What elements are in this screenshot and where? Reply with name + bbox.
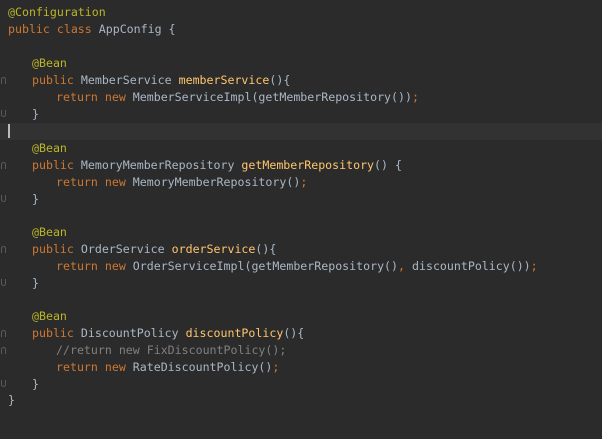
code-line[interactable]: } xyxy=(0,392,602,409)
expression-token: RateDiscountPolicy() xyxy=(132,360,273,374)
punct-token: (){ xyxy=(283,326,305,340)
code-line[interactable]: @Bean xyxy=(0,308,602,325)
brace-token: } xyxy=(32,192,39,206)
type-token: MemoryMemberRepository xyxy=(80,158,242,172)
code-line[interactable]: @Bean xyxy=(0,140,602,157)
fold-icon[interactable] xyxy=(1,77,6,84)
semicolon-token: ; xyxy=(272,360,280,374)
code-line[interactable] xyxy=(0,38,602,55)
brace-token: } xyxy=(32,276,39,290)
keyword-token: public xyxy=(32,73,81,87)
comment-token: //return new FixDiscountPolicy(); xyxy=(56,343,287,357)
expression-token: OrderServiceImpl(getMemberRepository() xyxy=(132,259,399,273)
punct-token: () { xyxy=(374,158,402,172)
keyword-token: return new xyxy=(56,90,133,104)
code-line[interactable]: public MemberService memberService(){ xyxy=(0,72,602,89)
method-name-token: discountPolicy xyxy=(185,326,284,340)
code-line[interactable]: } xyxy=(0,376,602,393)
code-line[interactable]: public DiscountPolicy discountPolicy(){ xyxy=(0,325,602,342)
annotation-token: @Configuration xyxy=(8,5,106,19)
comma-token: , xyxy=(398,259,412,273)
type-token: MemberService xyxy=(80,73,179,87)
semicolon-token: ; xyxy=(411,90,419,104)
brace-token: } xyxy=(32,377,39,391)
fold-end-icon[interactable] xyxy=(1,380,6,387)
code-editor[interactable]: @Configuration public class AppConfig { … xyxy=(0,0,602,439)
brace-token: } xyxy=(8,393,15,407)
annotation-token: @Bean xyxy=(32,141,67,155)
fold-icon[interactable] xyxy=(1,347,6,354)
code-line[interactable] xyxy=(0,292,602,309)
code-line[interactable] xyxy=(0,208,602,225)
keyword-token: return new xyxy=(56,175,133,189)
annotation-token: @Bean xyxy=(32,56,67,70)
method-name-token: memberService xyxy=(178,73,270,87)
code-line[interactable]: return new OrderServiceImpl(getMemberRep… xyxy=(0,258,602,275)
annotation-token: @Bean xyxy=(32,309,67,323)
code-line[interactable]: return new MemoryMemberRepository(); xyxy=(0,174,602,191)
annotation-token: @Bean xyxy=(32,225,67,239)
type-token: DiscountPolicy xyxy=(80,326,186,340)
code-line[interactable]: //return new FixDiscountPolicy(); xyxy=(0,342,602,359)
expression-token: discountPolicy()) xyxy=(412,259,531,273)
method-name-token: getMemberRepository xyxy=(241,158,375,172)
punct-token: (){ xyxy=(269,73,291,87)
code-line[interactable]: public OrderService orderService(){ xyxy=(0,241,602,258)
expression-token: MemoryMemberRepository() xyxy=(132,175,301,189)
semicolon-token: ; xyxy=(300,175,308,189)
keyword-token: public xyxy=(32,158,81,172)
method-name-token: orderService xyxy=(171,242,256,256)
keyword-token: return new xyxy=(56,259,133,273)
type-token: OrderService xyxy=(80,242,172,256)
keyword-token: public xyxy=(32,326,81,340)
fold-end-icon[interactable] xyxy=(1,195,6,202)
brace-token: } xyxy=(32,107,39,121)
fold-icon[interactable] xyxy=(1,330,6,337)
code-line[interactable]: @Bean xyxy=(0,55,602,72)
code-line[interactable]: } xyxy=(0,106,602,123)
current-code-line[interactable] xyxy=(0,123,602,140)
keyword-token: public xyxy=(32,242,81,256)
text-caret xyxy=(8,124,10,138)
fold-end-icon[interactable] xyxy=(1,279,6,286)
code-line[interactable]: public MemoryMemberRepository getMemberR… xyxy=(0,157,602,174)
class-name-token: AppConfig { xyxy=(98,22,176,36)
fold-end-icon[interactable] xyxy=(1,110,6,117)
keyword-token: public class xyxy=(8,22,99,36)
code-line[interactable]: } xyxy=(0,275,602,292)
code-line[interactable]: public class AppConfig { xyxy=(0,21,602,38)
punct-token: (){ xyxy=(255,242,277,256)
code-line[interactable]: @Configuration xyxy=(0,4,602,21)
code-line[interactable]: @Bean xyxy=(0,224,602,241)
expression-token: MemberServiceImpl(getMemberRepository()) xyxy=(132,90,412,104)
fold-icon[interactable] xyxy=(1,246,6,253)
code-line[interactable]: return new RateDiscountPolicy(); xyxy=(0,359,602,376)
semicolon-token: ; xyxy=(530,259,538,273)
fold-icon[interactable] xyxy=(1,162,6,169)
code-line[interactable]: } xyxy=(0,191,602,208)
keyword-token: return new xyxy=(56,360,133,374)
code-line[interactable]: return new MemberServiceImpl(getMemberRe… xyxy=(0,89,602,106)
